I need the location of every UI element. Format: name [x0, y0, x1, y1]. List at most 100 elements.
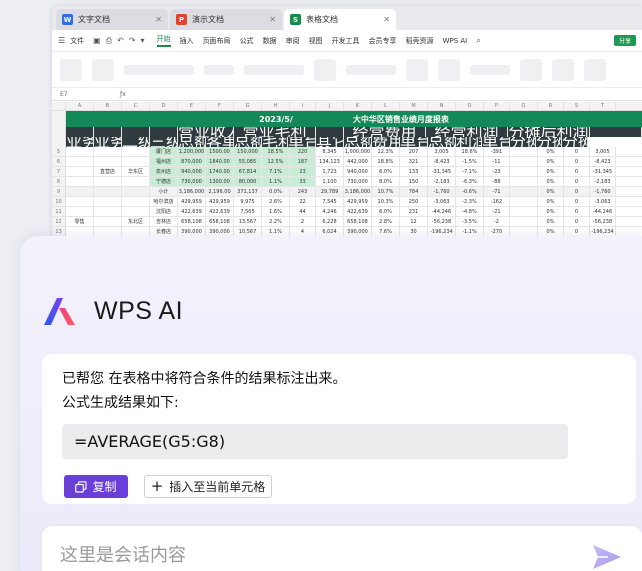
data-cell[interactable]: [510, 167, 538, 176]
wps-ai-menu[interactable]: WPS AI: [443, 37, 468, 45]
redo-icon[interactable]: ↷: [129, 36, 136, 45]
data-cell[interactable]: 18.6%: [456, 147, 484, 156]
data-cell[interactable]: -3,063: [428, 197, 456, 206]
data-cell[interactable]: 429,959: [178, 197, 206, 206]
column-header[interactable]: S: [564, 102, 590, 110]
toolbar-bar[interactable]: [124, 64, 194, 75]
data-cell[interactable]: 0%: [538, 147, 564, 156]
column-header[interactable]: T: [590, 102, 616, 110]
data-cell[interactable]: 0%: [538, 177, 564, 186]
data-cell[interactable]: 0: [564, 157, 590, 166]
data-cell[interactable]: [510, 147, 538, 156]
data-cell[interactable]: 220: [290, 147, 316, 156]
data-cell[interactable]: 55,085: [234, 157, 262, 166]
table-row[interactable]: 5 厦门店 1,200,000 1500.00 150,000 18.5% 220 8,345…: [52, 147, 642, 157]
data-cell[interactable]: 371,137: [234, 187, 262, 196]
data-cell[interactable]: 7.1%: [262, 167, 290, 176]
column-header[interactable]: L: [372, 102, 400, 110]
data-cell[interactable]: -88: [484, 177, 510, 186]
menu-member[interactable]: 会员专享: [369, 36, 397, 46]
data-cell[interactable]: 福州店: [150, 157, 178, 166]
label-cell[interactable]: [66, 197, 94, 206]
column-header[interactable]: O: [456, 102, 484, 110]
data-cell[interactable]: 2.8%: [372, 217, 400, 226]
toolbar-block[interactable]: [60, 58, 82, 81]
label-cell[interactable]: [122, 207, 150, 216]
data-cell[interactable]: 厦门店: [150, 147, 178, 156]
label-cell[interactable]: [94, 187, 122, 196]
data-cell[interactable]: -56,238: [590, 217, 616, 226]
data-cell[interactable]: 1500.00: [206, 147, 234, 156]
data-cell[interactable]: 33: [290, 177, 316, 186]
row-number[interactable]: 8: [52, 177, 66, 186]
data-cell[interactable]: -44,246: [590, 207, 616, 216]
column-header[interactable]: B: [94, 102, 122, 110]
data-cell[interactable]: [510, 177, 538, 186]
column-header[interactable]: H: [262, 102, 290, 110]
data-cell[interactable]: 207: [400, 147, 428, 156]
data-cell[interactable]: 宁德店: [150, 177, 178, 186]
data-cell[interactable]: 250: [400, 197, 428, 206]
column-header[interactable]: J: [316, 102, 344, 110]
row-number[interactable]: 10: [52, 197, 66, 206]
menu-resources[interactable]: 稻壳资源: [406, 36, 434, 46]
data-cell[interactable]: 18.8%: [372, 157, 400, 166]
data-cell[interactable]: 1,200,000: [178, 147, 206, 156]
data-cell[interactable]: 150: [400, 177, 428, 186]
data-cell[interactable]: 0: [564, 197, 590, 206]
column-header[interactable]: E: [178, 102, 206, 110]
data-cell[interactable]: 429,959: [344, 197, 372, 206]
data-cell[interactable]: 0: [564, 217, 590, 226]
data-cell[interactable]: 243: [290, 187, 316, 196]
menu-developer[interactable]: 开发工具: [332, 36, 360, 46]
data-cell[interactable]: -162: [484, 197, 510, 206]
column-header[interactable]: F: [206, 102, 234, 110]
file-menu[interactable]: 文件: [70, 36, 84, 46]
label-cell[interactable]: [66, 167, 94, 176]
label-cell[interactable]: 直营店: [94, 167, 122, 176]
data-cell[interactable]: 29,789: [316, 187, 344, 196]
data-cell[interactable]: 422,639: [206, 207, 234, 216]
data-cell[interactable]: 10.3%: [372, 197, 400, 206]
data-cell[interactable]: -23: [484, 167, 510, 176]
data-cell[interactable]: 0%: [538, 157, 564, 166]
data-cell[interactable]: -1,760: [590, 187, 616, 196]
data-cell[interactable]: -196,234: [428, 227, 456, 236]
close-icon[interactable]: ✕: [269, 15, 276, 24]
data-cell[interactable]: 吉林店: [150, 217, 178, 226]
data-cell[interactable]: 3,186,000: [178, 187, 206, 196]
data-cell[interactable]: 390,000: [206, 227, 234, 236]
label-cell[interactable]: [66, 177, 94, 186]
data-cell[interactable]: 小计: [150, 187, 178, 196]
column-header[interactable]: M: [400, 102, 428, 110]
data-cell[interactable]: 6,228: [316, 217, 344, 226]
data-cell[interactable]: 0%: [538, 167, 564, 176]
data-cell[interactable]: -2,183: [428, 177, 456, 186]
row-number[interactable]: 6: [52, 157, 66, 166]
data-cell[interactable]: -4.8%: [456, 207, 484, 216]
data-cell[interactable]: -2: [484, 217, 510, 226]
data-cell[interactable]: 658,108: [206, 217, 234, 226]
data-cell[interactable]: 187: [290, 157, 316, 166]
cell-reference[interactable]: E7: [60, 91, 120, 98]
data-cell[interactable]: 422,639: [344, 207, 372, 216]
data-cell[interactable]: 321: [400, 157, 428, 166]
data-cell[interactable]: 7,565: [234, 207, 262, 216]
label-cell[interactable]: [122, 227, 150, 236]
data-cell[interactable]: 3,005: [428, 147, 456, 156]
menu-home[interactable]: 开始: [156, 34, 171, 47]
data-cell[interactable]: 150,000: [234, 147, 262, 156]
data-cell[interactable]: 3,005: [590, 147, 616, 156]
spreadsheet-grid[interactable]: ABCDEFGHIJKLMNOPQRST 2023/5/ 大中华区销售业绩月度报…: [52, 102, 642, 257]
label-cell[interactable]: [94, 217, 122, 226]
tab-presentation[interactable]: P 演示文档 ✕: [170, 9, 282, 30]
data-cell[interactable]: 18.5%: [262, 147, 290, 156]
data-cell[interactable]: -31,345: [590, 167, 616, 176]
data-cell[interactable]: 730,000: [344, 177, 372, 186]
data-cell[interactable]: 23: [290, 167, 316, 176]
label-cell[interactable]: [94, 197, 122, 206]
print-icon[interactable]: ⎙: [106, 36, 112, 46]
toolbar-block[interactable]: [584, 58, 606, 81]
data-cell[interactable]: 784: [400, 187, 428, 196]
table-row[interactable]: 12 零售 东北区 吉林店 658,108 658,108 13,567 2.2% 2 6,228…: [52, 217, 642, 227]
